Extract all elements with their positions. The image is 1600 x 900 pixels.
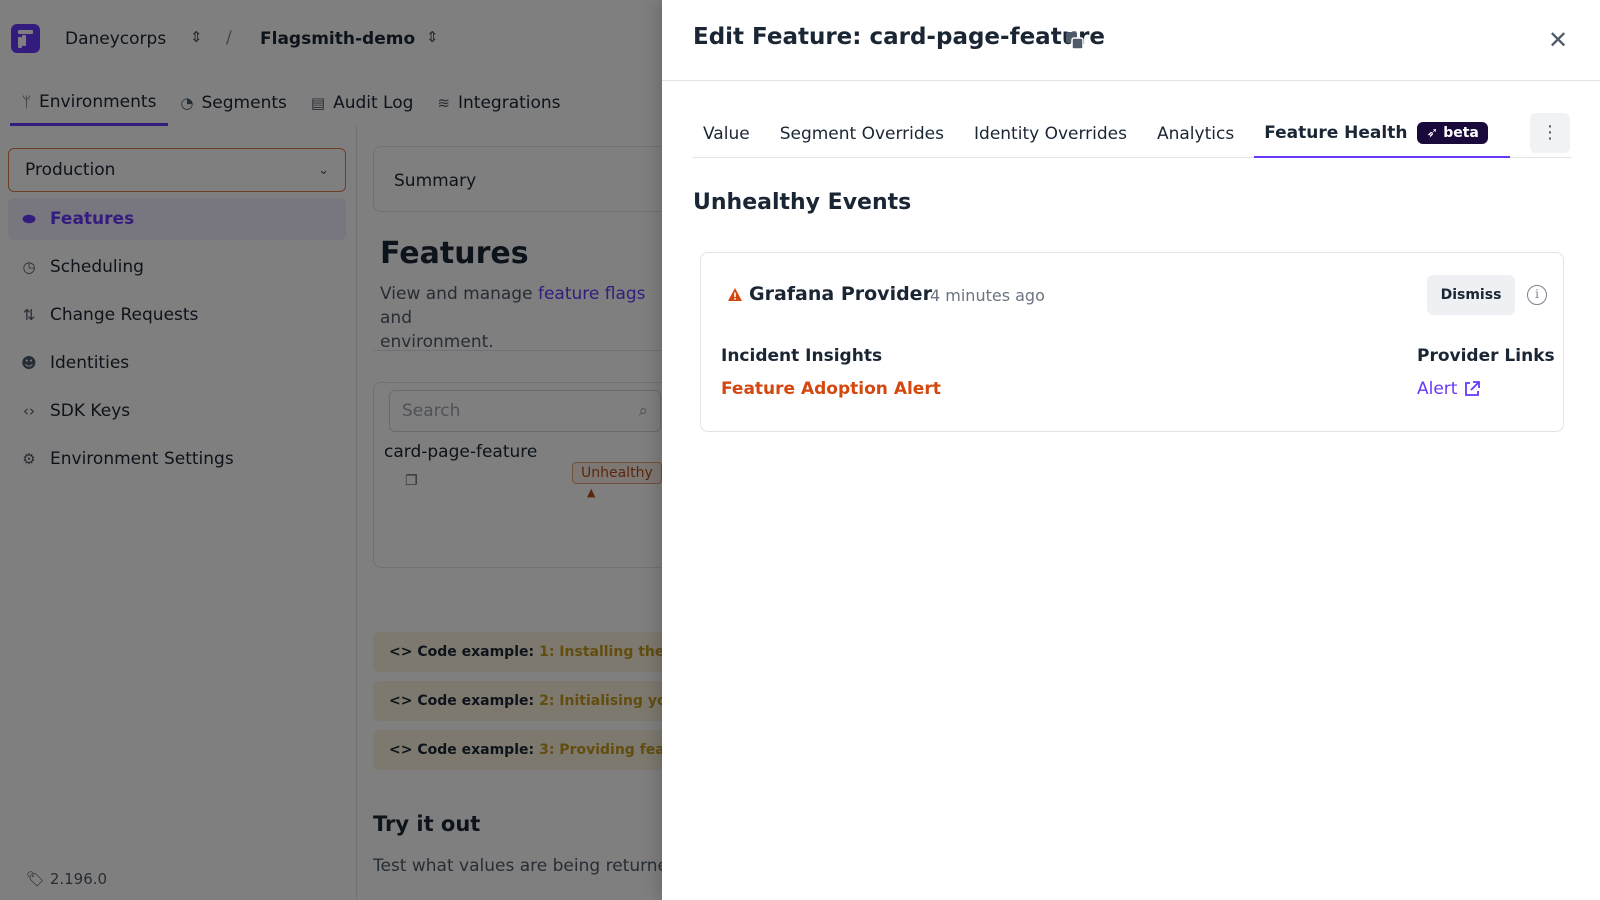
tab-label: Value bbox=[703, 124, 750, 144]
edit-feature-panel: Edit Feature: card-page-feature ✕ Value … bbox=[662, 0, 1600, 900]
tab-segment-overrides[interactable]: Segment Overrides bbox=[770, 110, 954, 158]
info-icon[interactable]: i bbox=[1527, 285, 1547, 305]
external-link-icon bbox=[1465, 381, 1481, 396]
provider-alert-link-label: Alert bbox=[1417, 379, 1458, 399]
tab-value[interactable]: Value bbox=[693, 110, 760, 158]
unhealthy-event-card: Grafana Provider 4 minutes ago Dismiss i… bbox=[700, 252, 1564, 432]
tab-label: Segment Overrides bbox=[779, 124, 945, 144]
tab-label: Analytics bbox=[1156, 124, 1235, 144]
tab-identity-overrides[interactable]: Identity Overrides bbox=[964, 110, 1137, 158]
provider-links-label: Provider Links bbox=[1417, 346, 1555, 366]
rocket-icon: ➶ bbox=[1426, 125, 1439, 141]
beta-label: beta bbox=[1443, 125, 1479, 141]
modal-backdrop[interactable] bbox=[0, 0, 662, 900]
event-timestamp: 4 minutes ago bbox=[930, 286, 1045, 305]
panel-header: Edit Feature: card-page-feature ✕ bbox=[662, 0, 1600, 81]
tab-feature-health[interactable]: Feature Health ➶ beta bbox=[1254, 110, 1510, 158]
copy-icon[interactable] bbox=[1064, 30, 1086, 52]
more-options-icon[interactable]: ⋮ bbox=[1530, 113, 1570, 153]
beta-badge: ➶ beta bbox=[1417, 122, 1488, 144]
panel-title: Edit Feature: card-page-feature bbox=[693, 24, 1106, 50]
incident-insights-label: Incident Insights bbox=[721, 346, 883, 366]
tab-label: Identity Overrides bbox=[974, 124, 1127, 144]
provider-alert-link[interactable]: Alert bbox=[1417, 379, 1481, 399]
dismiss-button[interactable]: Dismiss bbox=[1427, 275, 1515, 315]
tab-label: Feature Health bbox=[1264, 123, 1408, 143]
tab-analytics[interactable]: Analytics bbox=[1147, 110, 1244, 158]
close-icon[interactable]: ✕ bbox=[1544, 26, 1572, 54]
feature-tabs: Value Segment Overrides Identity Overrid… bbox=[693, 110, 1571, 158]
provider-name: Grafana Provider bbox=[749, 283, 932, 305]
warning-icon bbox=[728, 288, 742, 301]
incident-insight: Feature Adoption Alert bbox=[721, 379, 941, 399]
section-title: Unhealthy Events bbox=[693, 190, 912, 215]
